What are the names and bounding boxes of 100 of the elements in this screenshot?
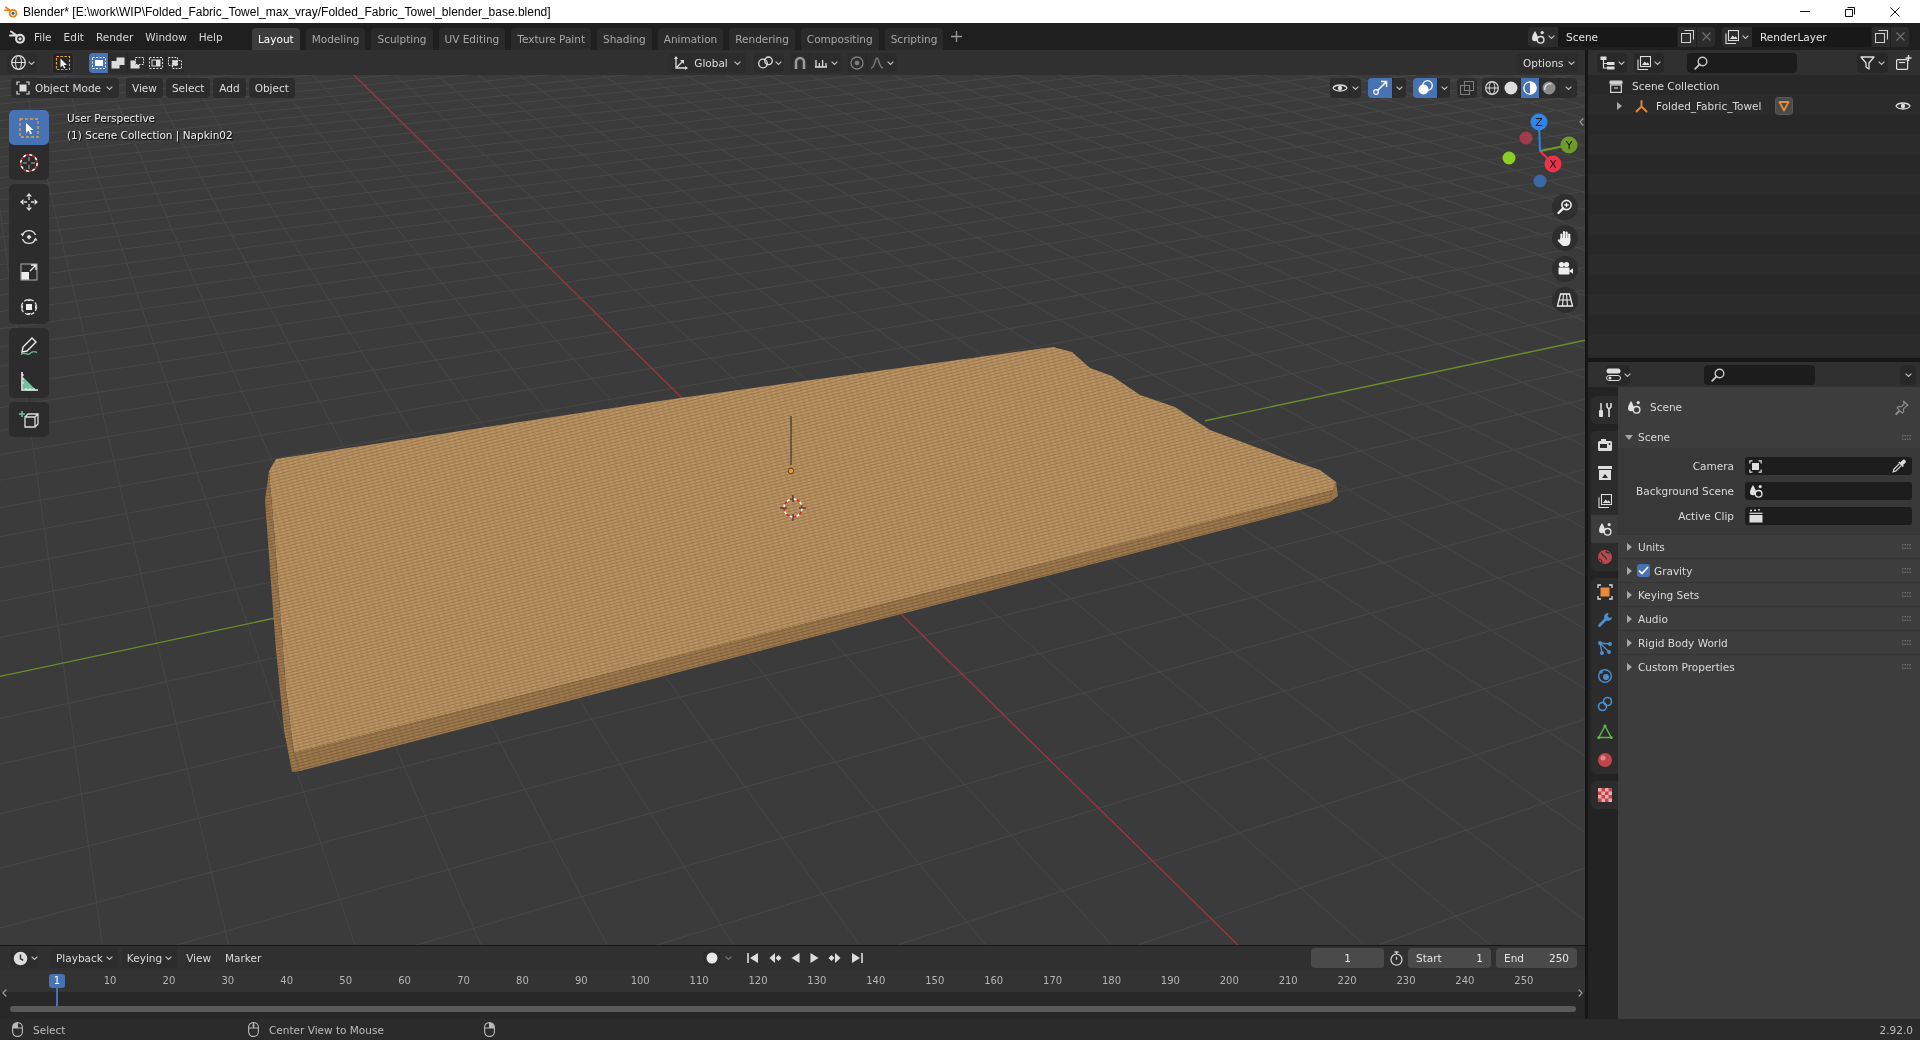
- previous-keyframe-icon[interactable]: [768, 952, 782, 964]
- gizmo-toggle[interactable]: [1368, 77, 1392, 98]
- menu-button[interactable]: File: [28, 26, 58, 47]
- editor-type-button[interactable]: [7, 52, 37, 73]
- duplicate-button[interactable]: [1677, 26, 1696, 47]
- negative-axis-handle[interactable]: [1502, 151, 1516, 165]
- menu-button[interactable]: Edit: [57, 26, 90, 47]
- view-layer-name-field[interactable]: RenderLayer: [1752, 26, 1871, 47]
- hand-icon[interactable]: [1552, 225, 1578, 251]
- workspace-tab[interactable]: Modeling: [305, 28, 366, 50]
- properties-tab[interactable]: [1591, 515, 1618, 543]
- select-box-icon[interactable]: [52, 51, 74, 74]
- select-mode-button[interactable]: [89, 52, 108, 73]
- drag-handle-icon[interactable]: [1902, 664, 1911, 669]
- record-button[interactable]: [703, 949, 721, 967]
- skip-to-start-icon[interactable]: [747, 952, 759, 964]
- header-menu[interactable]: Marker: [220, 948, 267, 968]
- workspace-tab[interactable]: Layout: [252, 28, 300, 50]
- mode-dropdown[interactable]: Object Mode: [11, 77, 119, 98]
- header-menu[interactable]: View: [126, 77, 163, 98]
- end-frame-field[interactable]: End 250: [1496, 948, 1577, 968]
- eye-icon[interactable]: [1895, 101, 1911, 111]
- menu-button[interactable]: Render: [89, 26, 140, 47]
- menu-button[interactable]: Window: [139, 26, 193, 47]
- checkbox[interactable]: [1637, 564, 1650, 577]
- add-icon[interactable]: [951, 31, 963, 42]
- panel-title[interactable]: Units: [1638, 540, 1665, 553]
- view-layer-browse-button[interactable]: [1722, 26, 1752, 47]
- properties-tab[interactable]: [1591, 396, 1618, 424]
- menu-button[interactable]: Help: [192, 26, 229, 47]
- disclosure-triangle-icon[interactable]: [1627, 542, 1632, 551]
- negative-axis-handle[interactable]: [1533, 174, 1547, 188]
- select-mode-button[interactable]: [146, 52, 165, 73]
- drag-handle-icon[interactable]: [1902, 592, 1911, 597]
- header-menu[interactable]: Add: [213, 77, 246, 98]
- workspace-tab[interactable]: Sculpting: [371, 28, 433, 50]
- clip-field[interactable]: [1745, 507, 1912, 525]
- properties-tab[interactable]: [1591, 431, 1618, 459]
- workspace-tab[interactable]: UV Editing: [438, 28, 506, 50]
- panel-title[interactable]: Audio: [1638, 612, 1668, 625]
- tool-button[interactable]: [9, 110, 49, 145]
- search-field[interactable]: [1704, 364, 1815, 385]
- select-mode-button[interactable]: [108, 52, 127, 73]
- popover-menu[interactable]: Playback: [51, 948, 118, 968]
- select-mode-button[interactable]: [127, 52, 146, 73]
- properties-tab[interactable]: [1591, 578, 1618, 606]
- orientation-dropdown[interactable]: Global: [669, 52, 746, 73]
- outliner-item[interactable]: Folded_Fabric_Towel: [1656, 100, 1762, 112]
- negative-axis-handle[interactable]: [1519, 131, 1533, 145]
- drag-handle-icon[interactable]: [1902, 434, 1911, 440]
- play-reverse-icon[interactable]: [791, 952, 801, 964]
- options-dropdown[interactable]: Options: [1517, 52, 1578, 73]
- drag-handle-icon[interactable]: [1902, 616, 1911, 621]
- perspective-grid-icon[interactable]: [1552, 287, 1578, 313]
- scene-browse-button[interactable]: [1528, 26, 1558, 47]
- select-mode-button[interactable]: [165, 52, 184, 73]
- logo-icon[interactable]: [9, 29, 26, 44]
- towel-mesh[interactable]: [265, 347, 1338, 772]
- filter-dropdown[interactable]: [1857, 52, 1888, 73]
- workspace-tab[interactable]: Animation: [657, 28, 724, 50]
- scene-field[interactable]: [1745, 482, 1912, 500]
- axis-handle[interactable]: Z: [1530, 113, 1548, 152]
- panel-title[interactable]: Keying Sets: [1638, 588, 1700, 601]
- dropdown-button[interactable]: [1349, 77, 1361, 98]
- xray-toggle[interactable]: [1457, 77, 1477, 98]
- next-keyframe-icon[interactable]: [828, 952, 842, 964]
- snap-toggle[interactable]: [790, 52, 809, 73]
- falloff-dropdown[interactable]: [866, 52, 897, 73]
- workspace-tab[interactable]: Compositing: [800, 28, 879, 50]
- panel-title[interactable]: Custom Properties: [1638, 660, 1735, 673]
- properties-tab[interactable]: [1591, 487, 1618, 515]
- popover-menu[interactable]: Keying: [121, 948, 178, 968]
- drag-handle-icon[interactable]: [1902, 544, 1911, 549]
- stopwatch-icon[interactable]: [1390, 950, 1403, 966]
- drag-handle-icon[interactable]: [1902, 568, 1911, 573]
- editor-type-button[interactable]: [1606, 364, 1630, 385]
- current-frame-field[interactable]: 1: [1311, 948, 1384, 968]
- properties-tab[interactable]: [1591, 781, 1618, 809]
- horizontal-scrollbar[interactable]: [10, 1006, 1576, 1012]
- pin-icon[interactable]: [1895, 399, 1909, 415]
- new-box-icon[interactable]: [1896, 55, 1912, 70]
- proportional-edit-toggle[interactable]: [847, 52, 866, 73]
- disclosure-triangle-icon[interactable]: [1627, 662, 1632, 671]
- movie-camera-icon[interactable]: [1552, 256, 1578, 282]
- search-field[interactable]: [1687, 52, 1797, 73]
- disclosure-triangle-icon[interactable]: [1627, 590, 1632, 599]
- snap-target-dropdown[interactable]: [809, 52, 842, 73]
- tool-button[interactable]: [9, 402, 49, 437]
- panel-title[interactable]: Scene: [1638, 431, 1670, 443]
- scene-name-field[interactable]: Scene: [1558, 26, 1677, 47]
- overlay-toggle[interactable]: [1413, 77, 1437, 98]
- editor-type-button[interactable]: [10, 948, 37, 968]
- play-icon[interactable]: [809, 952, 819, 964]
- camera-field[interactable]: [1745, 457, 1912, 475]
- display-mode-dropdown[interactable]: [1597, 52, 1627, 73]
- disclosure-triangle-icon[interactable]: [1627, 638, 1632, 647]
- disclosure-triangle-icon[interactable]: [1627, 614, 1632, 623]
- header-menu[interactable]: View: [181, 948, 217, 968]
- workspace-tab[interactable]: Texture Paint: [511, 28, 592, 50]
- workspace-tab[interactable]: Scripting: [884, 28, 944, 50]
